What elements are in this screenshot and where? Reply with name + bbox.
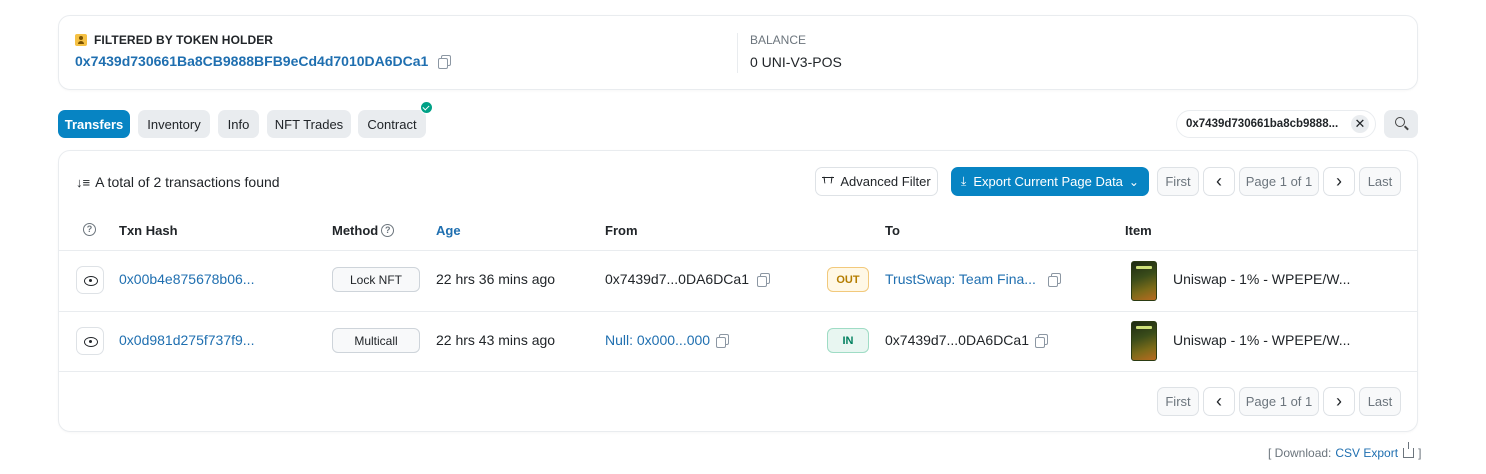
age-value: 22 hrs 43 mins ago — [436, 332, 556, 348]
advanced-filter-label: Advanced Filter — [840, 174, 931, 189]
from-address-link[interactable]: Null: 0x000...000 — [605, 332, 710, 348]
method-badge: Lock NFT — [332, 267, 420, 292]
divider — [737, 33, 738, 73]
address-filter-text: 0x7439d730661ba8cb9888... — [1186, 118, 1339, 130]
from-address: 0x7439d7...0DA6DCa1 — [605, 271, 749, 287]
copy-icon[interactable] — [757, 272, 770, 287]
last-page-button[interactable]: Last — [1359, 387, 1401, 416]
filter-label-text: FILTERED BY TOKEN HOLDER — [94, 33, 274, 47]
download-prefix: [ Download: — [1268, 446, 1332, 460]
copy-icon[interactable] — [716, 333, 730, 348]
method-help-icon[interactable]: ? — [381, 224, 395, 237]
summary-text: A total of 2 transactions found — [95, 174, 280, 190]
page-indicator: Page 1 of 1 — [1239, 387, 1319, 416]
token-holder-filter-card: FILTERED BY TOKEN HOLDER 0x7439d730661Ba… — [58, 15, 1418, 90]
last-page-button[interactable]: Last — [1359, 167, 1401, 196]
method-badge: Multicall — [332, 328, 420, 353]
from-cell: 0x7439d7...0DA6DCa1 — [605, 271, 770, 287]
header-to: To — [885, 223, 900, 238]
help-header: ? — [83, 223, 96, 236]
download-suffix: ] — [1418, 446, 1422, 460]
row-divider — [59, 371, 1417, 372]
nft-thumbnail[interactable] — [1131, 321, 1157, 361]
tab-nft-trades[interactable]: NFT Trades — [267, 110, 351, 138]
prev-page-button[interactable]: ‹ — [1203, 387, 1235, 416]
filter-address-row: 0x7439d730661Ba8CB9888BFB9eCd4d7010DA6DC… — [75, 53, 452, 69]
prev-page-button[interactable]: ‹ — [1203, 167, 1235, 196]
copy-icon[interactable] — [1047, 272, 1061, 287]
address-filter-chip: 0x7439d730661ba8cb9888... ✕ — [1176, 110, 1376, 138]
filter-label: FILTERED BY TOKEN HOLDER — [75, 33, 273, 47]
clear-filter-icon[interactable]: ✕ — [1351, 115, 1369, 133]
txn-hash-link[interactable]: 0x0d981d275f737f9... — [119, 332, 254, 348]
txn-hash-link[interactable]: 0x00b4e875678b06... — [119, 271, 254, 287]
age-value: 22 hrs 36 mins ago — [436, 271, 556, 287]
to-address-link[interactable]: TrustSwap: Team Fina... — [885, 271, 1036, 287]
header-method-label: Method — [332, 223, 379, 238]
header-txn-hash: Txn Hash — [119, 223, 178, 238]
page-indicator: Page 1 of 1 — [1239, 167, 1319, 196]
eye-icon[interactable] — [76, 327, 104, 355]
item-name[interactable]: Uniswap - 1% - WPEPE/W... — [1173, 332, 1350, 348]
advanced-filter-button[interactable]: Advanced Filter — [815, 167, 938, 196]
verified-check-icon — [420, 101, 433, 114]
help-icon[interactable]: ? — [83, 223, 96, 236]
header-method: Method ? — [332, 223, 395, 238]
tab-transfers[interactable]: Transfers — [58, 110, 130, 138]
export-button[interactable]: ⤓ Export Current Page Data ⌄ — [951, 167, 1149, 196]
transfers-card: ↓≡ A total of 2 transactions found Advan… — [58, 150, 1418, 432]
nft-thumbnail[interactable] — [1131, 261, 1157, 301]
balance-label: BALANCE — [750, 33, 807, 47]
first-page-button[interactable]: First — [1157, 167, 1199, 196]
direction-badge: OUT — [827, 267, 869, 292]
tab-info[interactable]: Info — [218, 110, 259, 138]
user-badge-icon — [75, 34, 87, 46]
row-divider — [59, 311, 1417, 312]
first-page-button[interactable]: First — [1157, 387, 1199, 416]
chevron-down-icon: ⌄ — [1128, 174, 1139, 189]
next-page-button[interactable]: › — [1323, 387, 1355, 416]
header-age[interactable]: Age — [436, 223, 461, 238]
to-cell: 0x7439d7...0DA6DCa1 — [885, 332, 1048, 348]
search-button[interactable] — [1384, 110, 1418, 138]
next-page-button[interactable]: › — [1323, 167, 1355, 196]
row-divider — [59, 250, 1417, 251]
copy-icon[interactable] — [1035, 333, 1048, 348]
tab-contract[interactable]: Contract — [358, 110, 426, 138]
to-address: 0x7439d7...0DA6DCa1 — [885, 332, 1029, 348]
eye-icon[interactable] — [76, 266, 104, 294]
search-icon — [1395, 117, 1405, 127]
csv-export-link[interactable]: CSV Export — [1335, 446, 1398, 460]
to-cell: TrustSwap: Team Fina... — [885, 271, 1061, 287]
download-footer: [ Download: CSV Export ] — [1268, 442, 1422, 460]
balance-value: 0 UNI-V3-POS — [750, 54, 842, 70]
item-name[interactable]: Uniswap - 1% - WPEPE/W... — [1173, 271, 1350, 287]
direction-badge: IN — [827, 328, 869, 353]
header-from: From — [605, 223, 638, 238]
copy-icon[interactable] — [438, 54, 452, 69]
transactions-summary: ↓≡ A total of 2 transactions found — [76, 174, 280, 190]
download-icon — [1403, 442, 1415, 458]
header-item: Item — [1125, 223, 1152, 238]
filter-icon — [822, 176, 836, 188]
tab-inventory[interactable]: Inventory — [138, 110, 210, 138]
download-icon: ⤓ — [961, 174, 967, 188]
export-label: Export Current Page Data — [973, 174, 1123, 189]
from-cell: Null: 0x000...000 — [605, 332, 730, 348]
filter-address-link[interactable]: 0x7439d730661Ba8CB9888BFB9eCd4d7010DA6DC… — [75, 53, 428, 69]
sort-icon: ↓≡ — [76, 174, 91, 190]
